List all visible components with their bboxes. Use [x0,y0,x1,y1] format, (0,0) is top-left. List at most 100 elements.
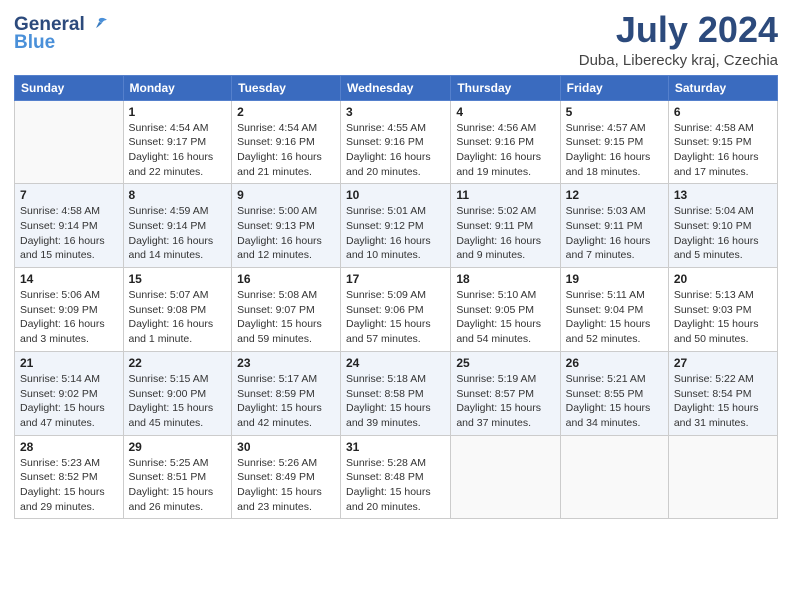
calendar-cell: 13Sunrise: 5:04 AMSunset: 9:10 PMDayligh… [668,184,777,268]
calendar-cell [15,100,124,184]
calendar-table: Sunday Monday Tuesday Wednesday Thursday… [14,75,778,520]
day-info: Sunrise: 5:18 AMSunset: 8:58 PMDaylight:… [346,372,445,431]
day-number: 24 [346,356,445,370]
header-saturday: Saturday [668,75,777,100]
calendar-cell: 11Sunrise: 5:02 AMSunset: 9:11 PMDayligh… [451,184,560,268]
day-number: 25 [456,356,554,370]
day-number: 30 [237,440,335,454]
day-info: Sunrise: 5:23 AMSunset: 8:52 PMDaylight:… [20,456,118,515]
day-info: Sunrise: 4:58 AMSunset: 9:14 PMDaylight:… [20,204,118,263]
day-info: Sunrise: 5:21 AMSunset: 8:55 PMDaylight:… [566,372,663,431]
logo: General Blue [14,14,109,54]
day-info: Sunrise: 5:17 AMSunset: 8:59 PMDaylight:… [237,372,335,431]
day-info: Sunrise: 5:02 AMSunset: 9:11 PMDaylight:… [456,204,554,263]
day-info: Sunrise: 5:19 AMSunset: 8:57 PMDaylight:… [456,372,554,431]
calendar-cell: 27 Sunrise: 5:22 AMSunset: 8:54 PMDayligh… [668,351,777,435]
calendar-cell [668,435,777,519]
header-monday: Monday [123,75,232,100]
day-number: 27 [674,356,772,370]
calendar-cell: 15Sunrise: 5:07 AMSunset: 9:08 PMDayligh… [123,268,232,352]
calendar-cell: 24 Sunrise: 5:18 AMSunset: 8:58 PMDayligh… [341,351,451,435]
header-thursday: Thursday [451,75,560,100]
day-info: Sunrise: 5:01 AMSunset: 9:12 PMDaylight:… [346,204,445,263]
calendar-cell: 16Sunrise: 5:08 AMSunset: 9:07 PMDayligh… [232,268,341,352]
day-info: Sunrise: 5:04 AMSunset: 9:10 PMDaylight:… [674,204,772,263]
calendar-cell: 26 Sunrise: 5:21 AMSunset: 8:55 PMDayligh… [560,351,668,435]
calendar-cell: 1Sunrise: 4:54 AMSunset: 9:17 PMDaylight… [123,100,232,184]
day-number: 28 [20,440,118,454]
calendar-cell: 14 Sunrise: 5:06 AMSunset: 9:09 PMDayligh… [15,268,124,352]
title-area: July 2024 Duba, Liberecky kraj, Czechia [579,10,778,69]
day-info: Sunrise: 5:25 AMSunset: 8:51 PMDaylight:… [129,456,227,515]
week-row-2: 7 Sunrise: 4:58 AMSunset: 9:14 PMDaylight… [15,184,778,268]
calendar-cell: 5 Sunrise: 4:57 AMSunset: 9:15 PMDaylight… [560,100,668,184]
day-info: Sunrise: 4:59 AMSunset: 9:14 PMDaylight:… [129,204,227,263]
day-number: 7 [20,188,118,202]
day-number: 5 [566,105,663,119]
day-number: 3 [346,105,445,119]
day-info: Sunrise: 5:10 AMSunset: 9:05 PMDaylight:… [456,288,554,347]
day-number: 26 [566,356,663,370]
day-number: 4 [456,105,554,119]
calendar-cell: 12 Sunrise: 5:03 AMSunset: 9:11 PMDayligh… [560,184,668,268]
day-number: 18 [456,272,554,286]
week-row-3: 14 Sunrise: 5:06 AMSunset: 9:09 PMDayligh… [15,268,778,352]
day-info: Sunrise: 5:13 AMSunset: 9:03 PMDaylight:… [674,288,772,347]
day-info: Sunrise: 5:22 AMSunset: 8:54 PMDaylight:… [674,372,772,431]
header-friday: Friday [560,75,668,100]
day-number: 22 [129,356,227,370]
calendar-cell [451,435,560,519]
day-info: Sunrise: 5:07 AMSunset: 9:08 PMDaylight:… [129,288,227,347]
day-number: 20 [674,272,772,286]
day-info: Sunrise: 4:55 AMSunset: 9:16 PMDaylight:… [346,121,445,180]
calendar-cell: 29 Sunrise: 5:25 AMSunset: 8:51 PMDayligh… [123,435,232,519]
day-number: 23 [237,356,335,370]
day-info: Sunrise: 5:03 AMSunset: 9:11 PMDaylight:… [566,204,663,263]
calendar-cell: 30 Sunrise: 5:26 AMSunset: 8:49 PMDayligh… [232,435,341,519]
day-info: Sunrise: 5:26 AMSunset: 8:49 PMDaylight:… [237,456,335,515]
day-info: Sunrise: 5:11 AMSunset: 9:04 PMDaylight:… [566,288,663,347]
week-row-1: 1Sunrise: 4:54 AMSunset: 9:17 PMDaylight… [15,100,778,184]
day-number: 12 [566,188,663,202]
logo-blue: Blue [14,32,55,54]
main-title: July 2024 [579,10,778,50]
calendar-cell: 8 Sunrise: 4:59 AMSunset: 9:14 PMDaylight… [123,184,232,268]
day-info: Sunrise: 5:09 AMSunset: 9:06 PMDaylight:… [346,288,445,347]
day-number: 14 [20,272,118,286]
day-info: Sunrise: 5:06 AMSunset: 9:09 PMDaylight:… [20,288,118,347]
page-container: General Blue July 2024 Duba, Liberecky k… [0,0,792,529]
calendar-cell: 4 Sunrise: 4:56 AMSunset: 9:16 PMDaylight… [451,100,560,184]
day-number: 29 [129,440,227,454]
calendar-cell: 2 Sunrise: 4:54 AMSunset: 9:16 PMDaylight… [232,100,341,184]
header-sunday: Sunday [15,75,124,100]
subtitle: Duba, Liberecky kraj, Czechia [579,52,778,69]
calendar-cell: 22Sunrise: 5:15 AMSunset: 9:00 PMDayligh… [123,351,232,435]
day-number: 8 [129,188,227,202]
day-info: Sunrise: 5:00 AMSunset: 9:13 PMDaylight:… [237,204,335,263]
calendar-cell: 23 Sunrise: 5:17 AMSunset: 8:59 PMDayligh… [232,351,341,435]
calendar-cell: 25 Sunrise: 5:19 AMSunset: 8:57 PMDayligh… [451,351,560,435]
calendar-cell: 7 Sunrise: 4:58 AMSunset: 9:14 PMDaylight… [15,184,124,268]
calendar-cell: 20 Sunrise: 5:13 AMSunset: 9:03 PMDayligh… [668,268,777,352]
day-info: Sunrise: 5:08 AMSunset: 9:07 PMDaylight:… [237,288,335,347]
day-info: Sunrise: 4:57 AMSunset: 9:15 PMDaylight:… [566,121,663,180]
day-number: 17 [346,272,445,286]
day-number: 9 [237,188,335,202]
calendar-cell: 21 Sunrise: 5:14 AMSunset: 9:02 PMDayligh… [15,351,124,435]
day-info: Sunrise: 4:54 AMSunset: 9:16 PMDaylight:… [237,121,335,180]
calendar-cell: 10Sunrise: 5:01 AMSunset: 9:12 PMDayligh… [341,184,451,268]
week-row-4: 21 Sunrise: 5:14 AMSunset: 9:02 PMDayligh… [15,351,778,435]
calendar-cell: 9 Sunrise: 5:00 AMSunset: 9:13 PMDaylight… [232,184,341,268]
calendar-cell: 18 Sunrise: 5:10 AMSunset: 9:05 PMDayligh… [451,268,560,352]
week-row-5: 28 Sunrise: 5:23 AMSunset: 8:52 PMDayligh… [15,435,778,519]
day-number: 2 [237,105,335,119]
day-info: Sunrise: 4:56 AMSunset: 9:16 PMDaylight:… [456,121,554,180]
calendar-cell [560,435,668,519]
day-number: 19 [566,272,663,286]
day-number: 31 [346,440,445,454]
day-number: 21 [20,356,118,370]
calendar-cell: 3 Sunrise: 4:55 AMSunset: 9:16 PMDaylight… [341,100,451,184]
day-info: Sunrise: 5:14 AMSunset: 9:02 PMDaylight:… [20,372,118,431]
header-tuesday: Tuesday [232,75,341,100]
day-number: 1 [129,105,227,119]
